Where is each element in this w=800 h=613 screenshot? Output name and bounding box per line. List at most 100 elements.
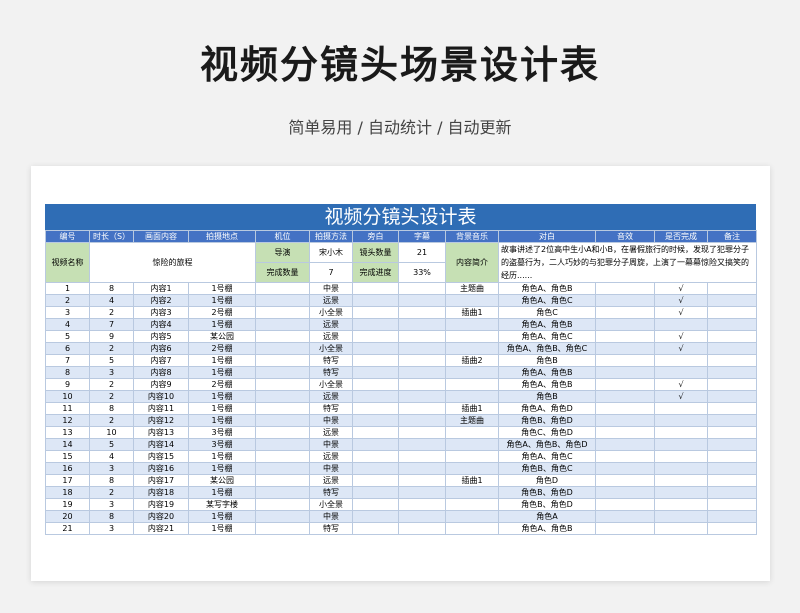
- col-content-cell[interactable]: 内容4: [133, 318, 189, 331]
- col-dialogue-cell[interactable]: 角色A、角色C: [498, 330, 596, 343]
- col-notes-cell[interactable]: [707, 486, 757, 499]
- col-subtitle-cell[interactable]: [398, 402, 446, 415]
- col-duration-cell[interactable]: 8: [89, 282, 134, 295]
- col-id-cell[interactable]: 21: [45, 522, 90, 535]
- col-content-cell[interactable]: 内容21: [133, 522, 189, 535]
- col-camera-cell[interactable]: [255, 318, 310, 331]
- col-bgm-cell[interactable]: [445, 450, 499, 463]
- col-notes-cell[interactable]: [707, 306, 757, 319]
- col-id-cell[interactable]: 5: [45, 330, 90, 343]
- col-shot-method-cell[interactable]: 远景: [309, 294, 353, 307]
- col-notes-cell[interactable]: [707, 354, 757, 367]
- col-duration-cell[interactable]: 2: [89, 342, 134, 355]
- video-name-value[interactable]: 惊险的旅程: [89, 242, 256, 283]
- col-done-cell[interactable]: √: [654, 294, 708, 307]
- col-done-cell[interactable]: √: [654, 282, 708, 295]
- col-bgm-cell[interactable]: [445, 426, 499, 439]
- col-camera-cell[interactable]: [255, 354, 310, 367]
- col-id-cell[interactable]: 12: [45, 414, 90, 427]
- col-dialogue-cell[interactable]: 角色A、角色C: [498, 294, 596, 307]
- col-dialogue-cell[interactable]: 角色C: [498, 306, 596, 319]
- col-camera-cell[interactable]: [255, 462, 310, 475]
- col-content-cell[interactable]: 内容11: [133, 402, 189, 415]
- col-shot-method-cell[interactable]: 远景: [309, 330, 353, 343]
- col-camera-cell[interactable]: [255, 474, 310, 487]
- shot-count-value[interactable]: 21: [398, 242, 446, 263]
- col-duration-cell[interactable]: 7: [89, 318, 134, 331]
- col-dialogue-cell[interactable]: 角色A、角色B: [498, 522, 596, 535]
- col-subtitle-cell[interactable]: [398, 354, 446, 367]
- col-location-cell[interactable]: 3号棚: [188, 426, 256, 439]
- col-bgm-cell[interactable]: [445, 378, 499, 391]
- col-narration-cell[interactable]: [352, 318, 399, 331]
- col-sfx-cell[interactable]: [595, 450, 655, 463]
- col-bgm-cell[interactable]: [445, 498, 499, 511]
- col-done-cell[interactable]: [654, 426, 708, 439]
- col-notes-cell[interactable]: [707, 390, 757, 403]
- col-bgm-cell[interactable]: [445, 318, 499, 331]
- col-sfx-cell[interactable]: [595, 426, 655, 439]
- col-location-cell[interactable]: 3号棚: [188, 438, 256, 451]
- col-camera-cell[interactable]: [255, 342, 310, 355]
- col-duration-cell[interactable]: 10: [89, 426, 134, 439]
- col-bgm-cell[interactable]: 插曲1: [445, 306, 499, 319]
- col-narration-cell[interactable]: [352, 306, 399, 319]
- col-dialogue-cell[interactable]: 角色A、角色C: [498, 450, 596, 463]
- col-sfx-cell[interactable]: [595, 330, 655, 343]
- col-shot-method-cell[interactable]: 小全景: [309, 306, 353, 319]
- col-id-cell[interactable]: 17: [45, 474, 90, 487]
- col-duration-cell[interactable]: 4: [89, 294, 134, 307]
- col-camera-cell[interactable]: [255, 498, 310, 511]
- col-narration-cell[interactable]: [352, 498, 399, 511]
- col-shot-method-cell[interactable]: 特写: [309, 354, 353, 367]
- col-camera-cell[interactable]: [255, 510, 310, 523]
- col-done-cell[interactable]: [654, 522, 708, 535]
- col-shot-method-cell[interactable]: 特写: [309, 402, 353, 415]
- col-narration-cell[interactable]: [352, 462, 399, 475]
- col-duration-cell[interactable]: 2: [89, 390, 134, 403]
- col-id-cell[interactable]: 14: [45, 438, 90, 451]
- col-content-cell[interactable]: 内容18: [133, 486, 189, 499]
- col-id-cell[interactable]: 3: [45, 306, 90, 319]
- col-id-cell[interactable]: 10: [45, 390, 90, 403]
- col-id-cell[interactable]: 13: [45, 426, 90, 439]
- col-subtitle-cell[interactable]: [398, 462, 446, 475]
- col-subtitle-cell[interactable]: [398, 342, 446, 355]
- col-dialogue-cell[interactable]: 角色C、角色D: [498, 426, 596, 439]
- col-subtitle-cell[interactable]: [398, 486, 446, 499]
- col-notes-cell[interactable]: [707, 378, 757, 391]
- director-value[interactable]: 宋小木: [309, 242, 353, 263]
- col-id-cell[interactable]: 1: [45, 282, 90, 295]
- col-location-cell[interactable]: 1号棚: [188, 414, 256, 427]
- col-camera-cell[interactable]: [255, 402, 310, 415]
- col-shot-method-cell[interactable]: 特写: [309, 366, 353, 379]
- col-content-cell[interactable]: 内容16: [133, 462, 189, 475]
- col-id-cell[interactable]: 16: [45, 462, 90, 475]
- col-camera-cell[interactable]: [255, 378, 310, 391]
- col-dialogue-cell[interactable]: 角色A、角色D: [498, 402, 596, 415]
- col-sfx-cell[interactable]: [595, 282, 655, 295]
- col-subtitle-cell[interactable]: [398, 366, 446, 379]
- col-narration-cell[interactable]: [352, 426, 399, 439]
- col-content-cell[interactable]: 内容10: [133, 390, 189, 403]
- col-done-cell[interactable]: [654, 450, 708, 463]
- col-notes-cell[interactable]: [707, 330, 757, 343]
- col-sfx-cell[interactable]: [595, 366, 655, 379]
- col-camera-cell[interactable]: [255, 306, 310, 319]
- progress-value[interactable]: 33%: [398, 262, 446, 283]
- col-dialogue-cell[interactable]: 角色A、角色B、角色D: [498, 438, 596, 451]
- col-dialogue-cell[interactable]: 角色A、角色B: [498, 318, 596, 331]
- col-sfx-cell[interactable]: [595, 510, 655, 523]
- col-location-cell[interactable]: 1号棚: [188, 390, 256, 403]
- col-shot-method-cell[interactable]: 远景: [309, 474, 353, 487]
- col-camera-cell[interactable]: [255, 330, 310, 343]
- col-bgm-cell[interactable]: 插曲1: [445, 474, 499, 487]
- col-done-cell[interactable]: [654, 366, 708, 379]
- col-camera-cell[interactable]: [255, 282, 310, 295]
- col-content-cell[interactable]: 内容12: [133, 414, 189, 427]
- col-notes-cell[interactable]: [707, 474, 757, 487]
- col-content-cell[interactable]: 内容14: [133, 438, 189, 451]
- col-content-cell[interactable]: 内容2: [133, 294, 189, 307]
- col-done-cell[interactable]: [654, 462, 708, 475]
- col-content-cell[interactable]: 内容7: [133, 354, 189, 367]
